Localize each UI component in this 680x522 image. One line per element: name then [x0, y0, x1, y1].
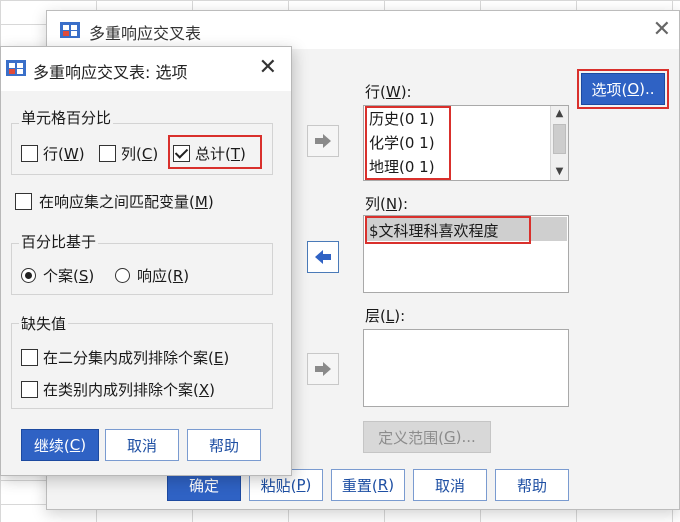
arrow-right-icon [315, 362, 331, 376]
crosstab-app-icon [6, 60, 26, 76]
define-range-button[interactable]: 定义范围(G)... [363, 421, 491, 453]
cancel-button[interactable]: 取消 [413, 469, 487, 501]
row-pct-label[interactable]: 行(W) [43, 143, 85, 164]
scroll-down-icon[interactable]: ▼ [551, 164, 568, 180]
total-pct-label[interactable]: 总计(T) [195, 143, 246, 164]
main-title-bar: 多重响应交叉表 ✕ [47, 11, 679, 49]
options-dialog: 多重响应交叉表: 选项 ✕ 单元格百分比 行(W) 列(C) 总计(T) 在响应… [0, 46, 292, 476]
move-to-columns-button[interactable] [307, 241, 339, 273]
options-title-bar: 多重响应交叉表: 选项 ✕ [1, 47, 291, 91]
exclude-dichotomy-label[interactable]: 在二分集内成列排除个案(E) [43, 347, 229, 368]
crosstab-app-icon [60, 22, 80, 38]
match-variables-label[interactable]: 在响应集之间匹配变量(M) [39, 191, 214, 212]
rows-item[interactable]: 地理(0 1) [369, 156, 435, 177]
layers-label: 层(L): [365, 307, 406, 325]
exclude-dichotomy-checkbox[interactable] [21, 349, 38, 366]
row-pct-checkbox[interactable] [21, 145, 38, 162]
percentage-base-title: 百分比基于 [19, 231, 99, 252]
options-dialog-title: 多重响应交叉表: 选项 [33, 63, 188, 82]
scroll-up-icon[interactable]: ▲ [551, 106, 568, 122]
missing-values-title: 缺失值 [19, 313, 69, 334]
main-close-icon[interactable]: ✕ [653, 19, 671, 41]
move-to-layers-button[interactable] [307, 353, 339, 385]
columns-item[interactable]: $文科理科喜欢程度 [369, 220, 499, 241]
responses-label[interactable]: 响应(R) [137, 265, 189, 286]
options-cancel-button[interactable]: 取消 [105, 429, 179, 461]
arrow-back-icon [315, 250, 331, 264]
exclude-category-label[interactable]: 在类别内成列排除个案(X) [43, 379, 215, 400]
options-help-button[interactable]: 帮助 [187, 429, 261, 461]
rows-listbox[interactable]: 历史(0 1) 化学(0 1) 地理(0 1) ▲ ▼ [363, 105, 569, 181]
options-button[interactable]: 选项(O).. [581, 73, 665, 105]
cases-label[interactable]: 个案(S) [43, 265, 94, 286]
responses-radio[interactable] [115, 268, 130, 283]
cases-radio[interactable] [21, 268, 36, 283]
options-close-icon[interactable]: ✕ [259, 57, 277, 79]
scroll-thumb[interactable] [553, 124, 566, 154]
total-pct-checkbox[interactable] [173, 145, 190, 162]
exclude-category-checkbox[interactable] [21, 381, 38, 398]
help-button[interactable]: 帮助 [495, 469, 569, 501]
columns-label: 列(N): [365, 195, 408, 213]
continue-button[interactable]: 继续(C) [21, 429, 99, 461]
match-variables-checkbox[interactable] [15, 193, 32, 210]
main-dialog-title: 多重响应交叉表 [89, 24, 202, 43]
rows-item[interactable]: 历史(0 1) [369, 108, 435, 129]
reset-button[interactable]: 重置(R) [331, 469, 405, 501]
rows-scrollbar[interactable]: ▲ ▼ [550, 106, 568, 180]
layers-listbox[interactable] [363, 329, 569, 407]
col-pct-checkbox[interactable] [99, 145, 116, 162]
columns-listbox[interactable]: $文科理科喜欢程度 [363, 215, 569, 293]
rows-label: 行(W): [365, 83, 412, 101]
arrow-right-icon [315, 134, 331, 148]
col-pct-label[interactable]: 列(C) [121, 143, 158, 164]
move-to-rows-button[interactable] [307, 125, 339, 157]
rows-item[interactable]: 化学(0 1) [369, 132, 435, 153]
cell-percentages-title: 单元格百分比 [19, 107, 114, 128]
